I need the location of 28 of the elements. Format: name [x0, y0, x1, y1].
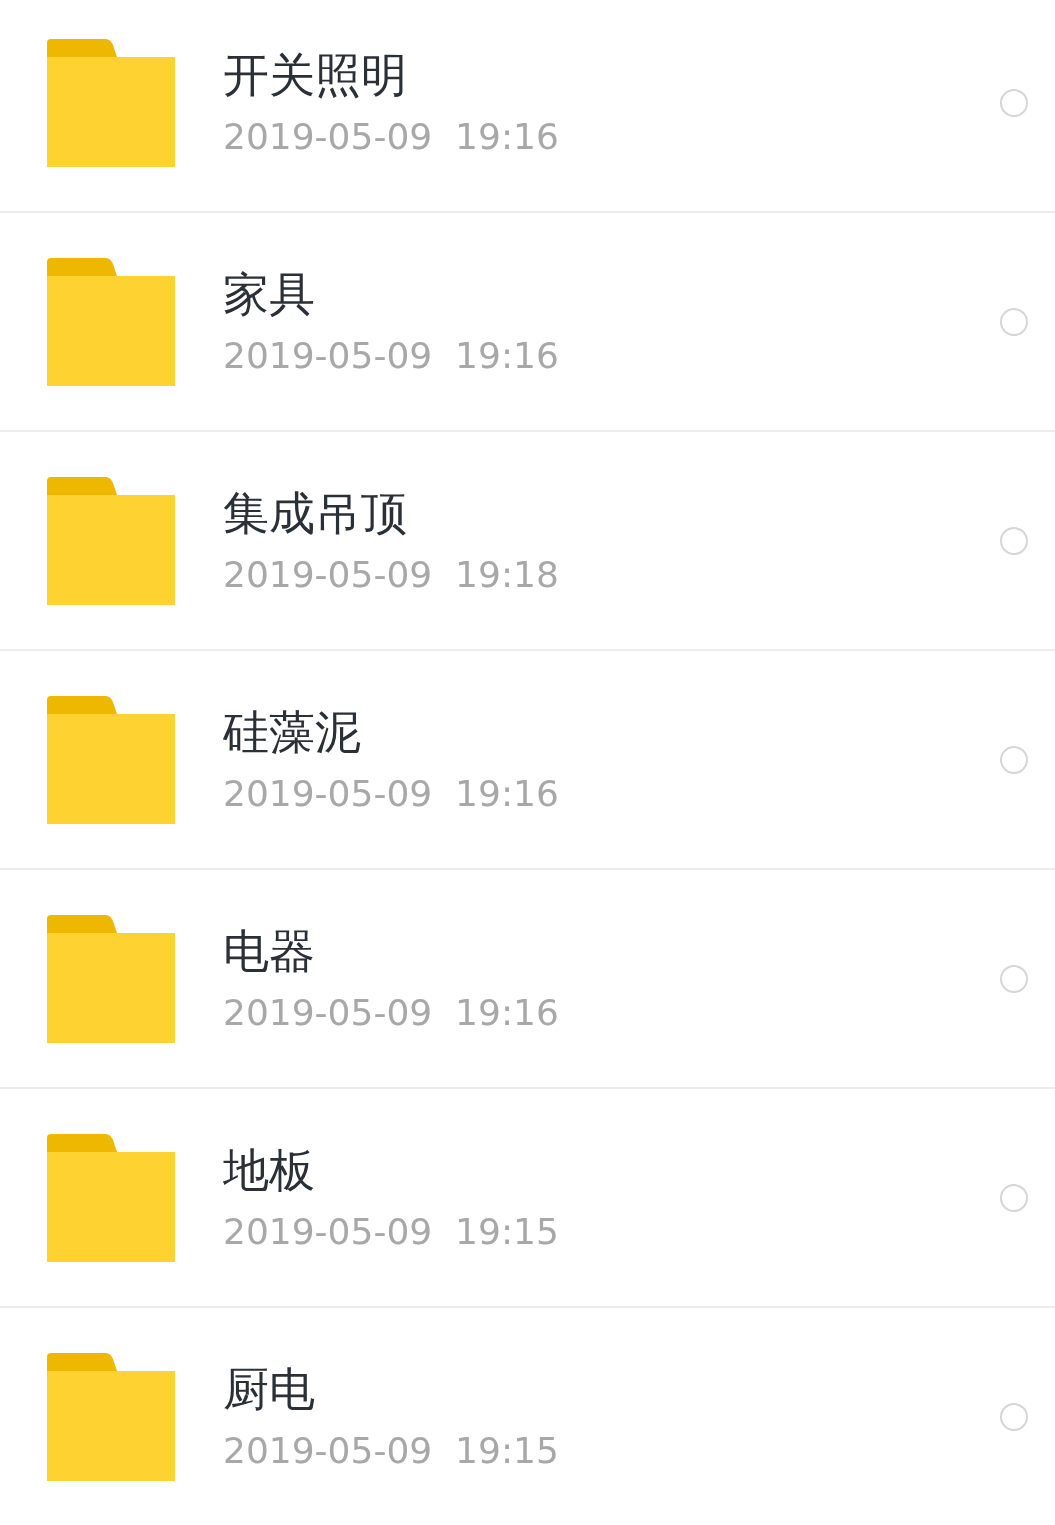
- modified-date: 2019-05-09 19:15: [223, 1428, 560, 1473]
- radio-button[interactable]: [1000, 964, 1028, 993]
- modified-date: 2019-05-09 19:15: [223, 1209, 560, 1254]
- modified-date: 2019-05-09 19:16: [223, 114, 560, 159]
- folder-name[interactable]: 硅藻泥: [223, 701, 1000, 762]
- radio-button[interactable]: [1000, 1183, 1028, 1212]
- folder-icon: [47, 695, 175, 824]
- folder-icon: [47, 257, 175, 386]
- radio-button[interactable]: [1000, 307, 1028, 336]
- folder-icon: [47, 1352, 175, 1481]
- folder-icon: [47, 1133, 175, 1262]
- modified-date: 2019-05-09 19:16: [223, 771, 560, 816]
- folder-name[interactable]: 开关照明: [223, 44, 1000, 105]
- folder-icon: [47, 476, 175, 605]
- folder-name[interactable]: 厨电: [223, 1358, 1000, 1419]
- radio-button[interactable]: [1000, 88, 1028, 117]
- folder-icon: [47, 914, 175, 1043]
- folder-name[interactable]: 电器: [223, 920, 1000, 981]
- folder-name[interactable]: 地板: [223, 1139, 1000, 1200]
- folder-name[interactable]: 家具: [223, 263, 1000, 324]
- modified-date: 2019-05-09 19:16: [223, 990, 560, 1035]
- radio-button[interactable]: [1000, 526, 1028, 555]
- folder-name[interactable]: 集成吊顶: [223, 482, 1000, 543]
- modified-date: 2019-05-09 19:18: [223, 552, 560, 597]
- folder-icon: [47, 38, 175, 167]
- radio-button[interactable]: [1000, 745, 1028, 774]
- modified-date: 2019-05-09 19:16: [223, 333, 560, 378]
- radio-button[interactable]: [1000, 1402, 1028, 1431]
